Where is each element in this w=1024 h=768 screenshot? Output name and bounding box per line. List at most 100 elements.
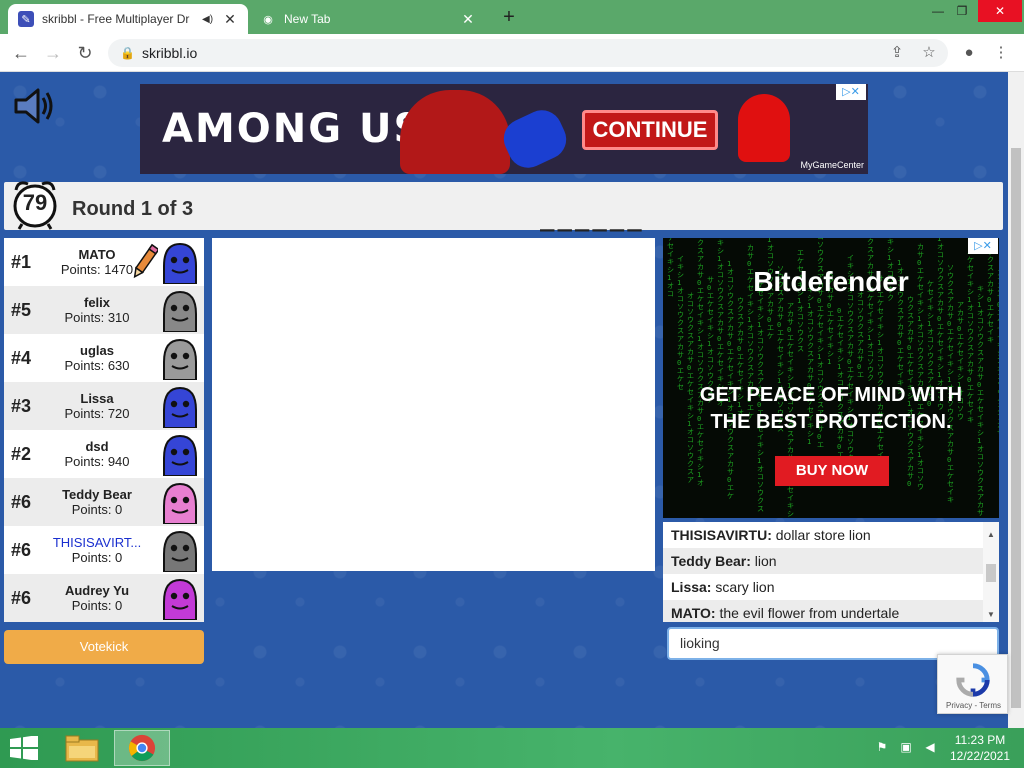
tab-title: New Tab <box>284 12 331 26</box>
reload-icon[interactable]: ↻ <box>74 42 96 64</box>
player-name: felix <box>83 295 110 310</box>
player-avatar <box>163 338 197 380</box>
browser-toolbar: ← → ↻ 🔒 skribbl.io ⇪ ☆ ● ⋮ <box>0 34 1024 72</box>
close-window-button[interactable]: ✕ <box>978 0 1022 22</box>
chrome-taskbar-button[interactable] <box>114 730 170 766</box>
player-points: Points: 310 <box>64 310 130 325</box>
alarm-clock-icon <box>13 181 57 230</box>
word-hint: ______ <box>540 204 645 232</box>
player-row[interactable]: #2 dsd Points: 940 <box>4 430 204 478</box>
scrollbar-thumb[interactable] <box>1011 148 1021 708</box>
player-row[interactable]: #6 Audrey Yu Points: 0 <box>4 574 204 622</box>
back-arrow-icon[interactable]: ← <box>10 42 32 64</box>
recaptcha-badge[interactable]: Privacy - Terms <box>937 654 1008 714</box>
top-banner-ad[interactable]: AMONG US CONTINUE MyGameCenter <box>140 84 868 174</box>
chat-user: THISISAVIRTU: <box>671 527 772 543</box>
player-list: #1 MATO Points: 1470 #5 felix Points: 310 #4 ug… <box>4 238 204 622</box>
profile-icon[interactable]: ● <box>958 42 980 64</box>
restore-button[interactable]: ❐ <box>946 0 978 22</box>
matrix-rain-decoration: オコソウクスアカサ0エ <box>857 291 864 379</box>
player-name: THISISAVIRT... <box>52 535 142 550</box>
chat-log[interactable]: THISISAVIRTU: dollar store lion Teddy Be… <box>663 522 999 622</box>
adchoices-icon[interactable]: ▷✕ <box>968 238 998 254</box>
player-avatar <box>163 242 197 284</box>
player-rank: #3 <box>11 396 32 416</box>
player-points: Points: 940 <box>64 454 130 469</box>
player-row[interactable]: #5 felix Points: 310 <box>4 286 204 334</box>
side-banner-ad[interactable]: スアカサ0エケセイキシ1オコソウクスアカサコソウクスアカサ0エケセイキキシ1オコ… <box>663 238 999 518</box>
drawing-canvas[interactable] <box>212 238 655 571</box>
share-icon[interactable]: ⇪ <box>886 42 908 64</box>
address-bar[interactable]: 🔒 skribbl.io <box>108 39 948 67</box>
chat-scrollbar-thumb[interactable] <box>986 564 996 582</box>
votekick-button[interactable]: Votekick <box>4 630 204 664</box>
tab-skribbl[interactable]: ✎ skribbl - Free Multiplayer Dr ◀) ✕ <box>8 4 248 34</box>
player-avatar <box>163 482 197 524</box>
chat-message: THISISAVIRTU: dollar store lion <box>663 522 983 548</box>
scroll-down-arrow-icon[interactable]: ▼ <box>983 610 999 619</box>
action-center-flag-icon[interactable]: ⚑ <box>874 740 890 756</box>
new-tab-button[interactable]: + <box>498 6 520 28</box>
adchoices-icon[interactable]: ▷✕ <box>836 84 866 100</box>
skribbl-favicon-icon: ✎ <box>18 11 34 27</box>
drawing-pencil-icon <box>133 243 158 279</box>
player-row[interactable]: #6 THISISAVIRT... Points: 0 <box>4 526 204 574</box>
chat-message: MATO: the evil flower from undertale <box>663 600 983 622</box>
round-label: Round 1 of 3 <box>72 198 194 220</box>
player-rank: #4 <box>11 348 32 368</box>
matrix-rain-decoration: クスアカサ0エケセイキシ1オコソウク <box>867 238 874 382</box>
ad-continue-button[interactable]: CONTINUE <box>582 110 718 150</box>
page-scrollbar[interactable] <box>1008 72 1024 728</box>
sound-toggle-icon[interactable] <box>12 84 56 128</box>
chat-scrollbar[interactable]: ▲ ▼ <box>983 522 999 622</box>
matrix-rain-decoration: サ0エケセイキシ1オコソウクスアカサ0エケセイキシ <box>877 275 884 475</box>
ad-headline: GET PEACE OF MIND WITH THE BEST PROTECTI… <box>663 382 999 436</box>
bookmark-star-icon[interactable]: ☆ <box>918 42 940 64</box>
scroll-up-arrow-icon[interactable]: ▲ <box>983 530 999 539</box>
close-tab-icon[interactable]: ✕ <box>222 11 238 28</box>
player-row[interactable]: #4 uglas Points: 630 <box>4 334 204 382</box>
chrome-icon <box>128 734 156 762</box>
system-clock[interactable]: 11:23 PM 12/22/2021 <box>940 732 1020 764</box>
chat-message: Teddy Bear: lion <box>663 548 983 574</box>
close-tab-icon[interactable]: ✕ <box>460 11 476 28</box>
player-row[interactable]: #6 Teddy Bear Points: 0 <box>4 478 204 526</box>
round-info-bar: 79 Round 1 of 3 ______ <box>4 181 1003 232</box>
url-text: skribbl.io <box>142 45 198 61</box>
ad-headline-line1: GET PEACE OF MIND WITH <box>699 384 963 406</box>
chat-text: scary lion <box>711 579 775 595</box>
player-avatar <box>163 434 197 476</box>
tab-audio-icon[interactable]: ◀) <box>202 14 216 25</box>
file-explorer-taskbar-button[interactable] <box>54 730 110 766</box>
player-points: Points: 630 <box>64 358 130 373</box>
chat-message: Lissa: scary lion <box>663 574 983 600</box>
chat-user: Lissa: <box>671 579 712 595</box>
player-name: uglas <box>80 343 114 358</box>
player-row[interactable]: #1 MATO Points: 1470 <box>4 238 204 286</box>
volume-muted-icon[interactable]: ◀ <box>922 740 938 756</box>
player-rank: #6 <box>11 540 32 560</box>
player-rank: #1 <box>11 252 32 272</box>
forward-arrow-icon[interactable]: → <box>42 42 64 64</box>
crewmate-small-image <box>738 94 790 162</box>
ad-buy-now-button[interactable]: BUY NOW <box>775 456 889 486</box>
player-name: Teddy Bear <box>62 487 132 502</box>
crewmate-red-image <box>400 90 510 174</box>
menu-kebab-icon[interactable]: ⋮ <box>990 42 1012 64</box>
clock-time: 11:23 PM <box>954 733 1006 747</box>
player-points: Points: 720 <box>64 406 130 421</box>
player-rank: #6 <box>11 492 32 512</box>
player-avatar <box>163 578 197 620</box>
player-name: Lissa <box>80 391 114 406</box>
network-icon[interactable]: ▣ <box>898 740 914 756</box>
player-rank: #6 <box>11 588 32 608</box>
chat-user: MATO: <box>671 605 716 621</box>
recaptcha-links[interactable]: Privacy - Terms <box>938 701 1009 710</box>
player-avatar <box>163 530 197 572</box>
tab-new-tab[interactable]: ◉ New Tab ✕ <box>250 4 486 34</box>
windows-start-icon[interactable] <box>10 736 38 760</box>
player-row[interactable]: #3 Lissa Points: 720 <box>4 382 204 430</box>
matrix-rain-decoration: エケセイキシ1オコソウクス <box>797 249 804 353</box>
chrome-favicon-icon: ◉ <box>263 13 273 26</box>
player-avatar <box>163 386 197 428</box>
